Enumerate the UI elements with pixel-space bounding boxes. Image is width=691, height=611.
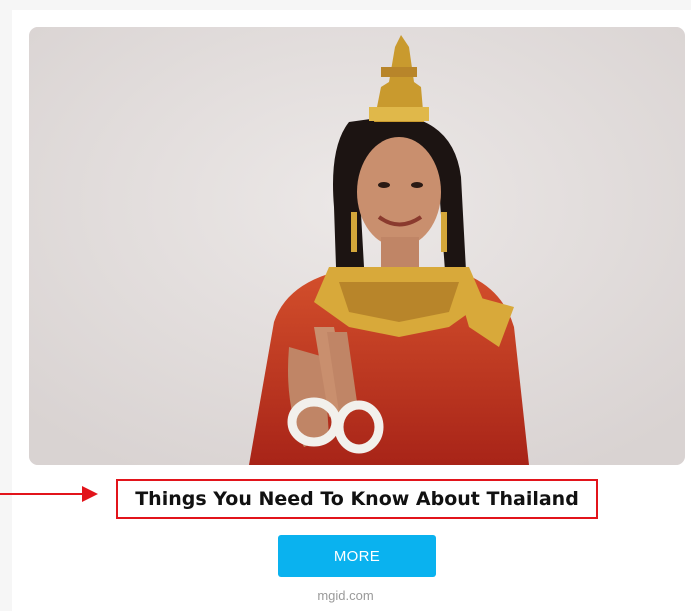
ad-image[interactable] (29, 27, 685, 465)
headline-highlight-box[interactable]: Things You Need To Know About Thailand (116, 479, 598, 519)
pointer-arrow-icon (0, 486, 98, 502)
ad-headline[interactable]: Things You Need To Know About Thailand (135, 488, 579, 510)
thai-dancer-photo-icon (29, 27, 685, 465)
more-button[interactable]: MORE (278, 535, 436, 577)
source-domain[interactable]: mgid.com (0, 588, 691, 603)
